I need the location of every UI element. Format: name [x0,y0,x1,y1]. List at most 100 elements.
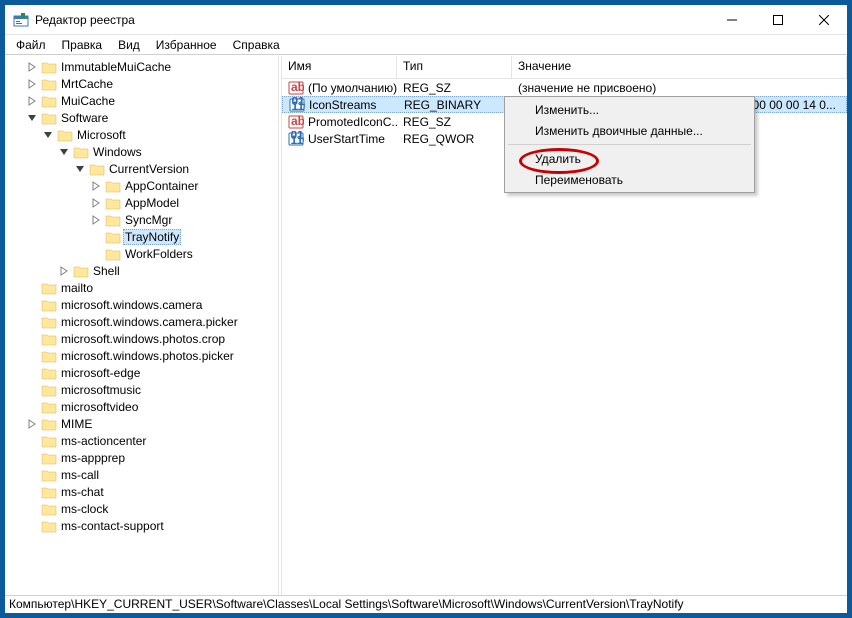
tree-item[interactable]: ms-chat [25,483,278,500]
tree-item[interactable]: ms-actioncenter [25,432,278,449]
tree-item-label: ms-actioncenter [59,434,148,448]
tree-expander[interactable] [57,145,71,159]
folder-icon [41,77,57,91]
tree-item-label: MrtCache [59,77,115,91]
tree-item[interactable]: Microsoft [41,126,278,143]
folder-icon [41,434,57,448]
tree-item[interactable]: AppContainer [89,177,278,194]
menu-view[interactable]: Вид [111,36,147,54]
values-pane: Имя Тип Значение (По умолчанию)REG_SZ(зн… [282,56,847,595]
tree-expander[interactable] [41,128,55,142]
menu-edit[interactable]: Правка [55,36,110,54]
tree-expander[interactable] [25,111,39,125]
tree-item[interactable]: Windows [57,143,278,160]
tree-item[interactable]: microsoft.windows.photos.picker [25,347,278,364]
column-name[interactable]: Имя [282,56,397,78]
tree-item-label: ms-appprep [59,451,127,465]
tree-expander[interactable] [89,213,103,227]
binary-value-icon [289,97,305,113]
tree-expander[interactable] [25,94,39,108]
expand-icon [27,79,37,89]
registry-tree: ImmutableMuiCache MrtCacheMuiCache Softwar… [7,58,278,534]
expand-icon [91,215,101,225]
folder-icon [41,111,57,125]
tree-item[interactable]: Shell [57,262,278,279]
tree-item[interactable]: MIME [25,415,278,432]
tree-item[interactable]: Software [25,109,278,126]
tree-item[interactable]: microsoft.windows.camera [25,296,278,313]
value-type: REG_SZ [397,115,512,129]
tree-item[interactable]: TrayNotify [89,228,278,245]
expand-icon [91,181,101,191]
tree-item[interactable]: WorkFolders [89,245,278,262]
titlebar: Редактор реестра [5,5,847,35]
context-menu-item[interactable]: Изменить... [507,99,752,120]
folder-icon [41,94,57,108]
column-type[interactable]: Тип [397,56,512,78]
folder-icon [41,60,57,74]
tree-item-label: microsoft.windows.photos.crop [59,332,227,346]
close-button[interactable] [801,5,847,35]
tree-item-label: Microsoft [75,128,128,142]
tree-item[interactable]: microsoftmusic [25,381,278,398]
tree-item[interactable]: ms-contact-support [25,517,278,534]
tree-expander[interactable] [57,264,71,278]
tree-item[interactable]: ms-clock [25,500,278,517]
context-menu-item[interactable]: Переименовать [507,169,752,190]
tree-expander[interactable] [89,196,103,210]
tree-item[interactable]: MuiCache [25,92,278,109]
minimize-button[interactable] [709,5,755,35]
folder-icon [41,451,57,465]
tree-item-label: microsoftmusic [59,383,143,397]
column-value[interactable]: Значение [512,56,847,78]
tree-item[interactable]: microsoft-edge [25,364,278,381]
tree-item[interactable]: ImmutableMuiCache [25,58,278,75]
tree-expander[interactable] [25,417,39,431]
tree-item-label: WorkFolders [123,247,195,261]
menu-help[interactable]: Справка [226,36,287,54]
tree-item[interactable]: ms-appprep [25,449,278,466]
tree-item-label: Software [59,111,110,125]
tree-item[interactable]: mailto [25,279,278,296]
context-menu-item[interactable]: Изменить двоичные данные... [507,120,752,141]
folder-icon [41,298,57,312]
tree-expander[interactable] [25,77,39,91]
tree-item-label: TrayNotify [123,229,181,245]
tree-item[interactable]: MrtCache [25,75,278,92]
menu-favorites[interactable]: Избранное [149,36,224,54]
expand-icon [27,62,37,72]
folder-icon [41,468,57,482]
tree-item[interactable]: CurrentVersion [73,160,278,177]
value-type: REG_BINARY [398,98,513,112]
menu-file[interactable]: Файл [9,36,53,54]
folder-icon [41,519,57,533]
close-icon [819,15,829,25]
tree-expander[interactable] [89,179,103,193]
tree-item[interactable]: microsoftvideo [25,398,278,415]
value-name: PromotedIconC... [308,115,397,129]
tree-item[interactable]: ms-call [25,466,278,483]
tree-expander[interactable] [25,60,39,74]
folder-icon [41,383,57,397]
tree-pane[interactable]: ImmutableMuiCache MrtCacheMuiCache Softwar… [5,56,278,595]
tree-item-label: ms-call [59,468,101,482]
values-header: Имя Тип Значение [282,56,847,79]
tree-item[interactable]: AppModel [89,194,278,211]
folder-icon [105,213,121,227]
tree-item[interactable]: microsoft.windows.photos.crop [25,330,278,347]
value-row[interactable]: (По умолчанию)REG_SZ(значение не присвое… [282,79,847,96]
folder-icon [105,179,121,193]
context-menu-item[interactable]: Удалить [507,148,752,169]
maximize-button[interactable] [755,5,801,35]
string-value-icon [288,114,304,130]
binary-value-icon [288,131,304,147]
tree-expander[interactable] [73,162,87,176]
tree-item[interactable]: SyncMgr [89,211,278,228]
maximize-icon [773,15,783,25]
folder-icon [41,502,57,516]
tree-item-label: microsoft.windows.camera [59,298,204,312]
tree-item[interactable]: microsoft.windows.camera.picker [25,313,278,330]
tree-item-label: SyncMgr [123,213,174,227]
folder-icon [73,145,89,159]
content-area: ImmutableMuiCache MrtCacheMuiCache Softwar… [5,55,847,595]
